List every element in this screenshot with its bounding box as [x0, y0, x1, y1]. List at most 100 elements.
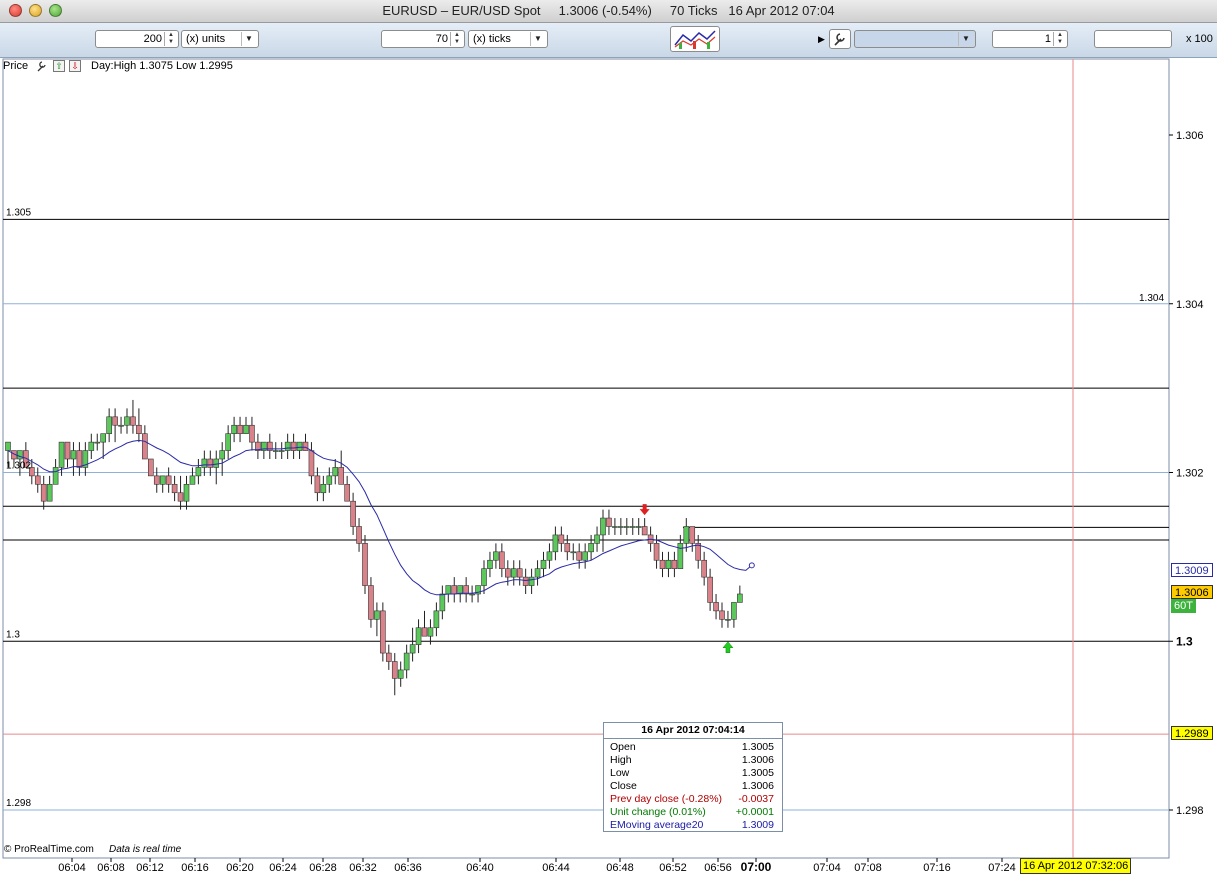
bull-candle: [427, 627, 434, 637]
bull-candle: [612, 526, 618, 528]
wrench-icon: [834, 33, 845, 46]
bear-candle: [653, 543, 660, 561]
bear-candle: [314, 475, 321, 494]
bear-candle: [64, 441, 71, 460]
bull-candle: [296, 441, 303, 451]
x-axis-label: 06:04: [58, 862, 86, 872]
info-rows: Open 1.3005 High 1.3006 Low 1.3005 Close 1.3006…: [604, 739, 782, 832]
bull-candle: [17, 450, 23, 460]
info-row-label: Close: [610, 780, 637, 792]
bull-candle: [58, 441, 65, 468]
bull-candle: [415, 627, 422, 645]
info-row-value: 1.3006: [741, 780, 774, 792]
bull-candle: [397, 669, 404, 679]
bull-candle: [52, 467, 59, 485]
indicator-select[interactable]: ▼: [854, 30, 976, 48]
bear-candle: [421, 627, 428, 637]
bear-candle: [165, 475, 172, 485]
bull-candle: [332, 467, 339, 477]
bull-candle: [225, 433, 231, 451]
bull-candle: [219, 450, 225, 460]
info-row: Open 1.3005: [604, 741, 782, 754]
day-range: Day:High 1.3075 Low 1.2995: [91, 60, 233, 72]
bull-candle: [278, 450, 285, 452]
ticks-spin-icon[interactable]: ▲ ▼: [450, 32, 463, 46]
inline-level-label: 1.304: [1139, 293, 1164, 304]
bull-candle: [272, 450, 279, 452]
bear-candle: [380, 610, 386, 654]
bull-candle: [5, 441, 11, 451]
bear-candle: [522, 576, 529, 586]
info-row-value: -0.0037: [738, 793, 774, 805]
bear-candle: [558, 534, 565, 544]
info-row: Low 1.3005: [604, 767, 782, 780]
extra-field[interactable]: [1094, 30, 1172, 48]
bull-candle: [433, 610, 440, 629]
bull-candle: [320, 484, 327, 494]
ticks-stepper[interactable]: 70 ▲ ▼: [381, 30, 465, 48]
info-row: Prev day close (-0.28%) -0.0037: [604, 793, 782, 806]
y-axis-label: 1.302: [1176, 468, 1204, 480]
units-label: (x) units: [186, 33, 226, 45]
x-axis-label: 06:32: [349, 862, 377, 872]
bear-candle: [142, 433, 148, 460]
bull-candle: [629, 526, 636, 528]
bear-candle: [499, 551, 505, 569]
chart-style-button[interactable]: [670, 26, 720, 52]
realtime-text: Data is real time: [109, 844, 182, 855]
window-titlebar: EURUSD – EUR/USD Spot 1.3006 (-0.54%) 70…: [0, 0, 1217, 23]
bull-candle: [231, 424, 237, 434]
y-axis-label: 1.3: [1176, 634, 1193, 648]
chart-style-icon: [674, 30, 716, 49]
left-level-label: 1.3: [6, 629, 20, 640]
bear-candle: [290, 441, 297, 451]
ticks-select[interactable]: (x) ticks ▼: [468, 30, 548, 48]
bear-candle: [671, 559, 678, 569]
bull-candle: [481, 568, 487, 586]
chevron-down-icon: ▼: [241, 32, 256, 46]
bear-candle: [701, 559, 707, 578]
bull-candle: [528, 576, 535, 586]
bull-candle: [195, 467, 202, 477]
bear-candle: [171, 484, 178, 494]
bear-candle: [451, 585, 458, 595]
scale-stepper[interactable]: 1 ▲ ▼: [992, 30, 1068, 48]
bear-candle: [385, 652, 392, 662]
panel-move-down-icon[interactable]: ⇩: [69, 60, 81, 72]
info-row-value: 1.3005: [741, 741, 774, 753]
x-axis-label: 06:44: [542, 862, 570, 872]
bull-candle: [243, 424, 249, 434]
info-row-label: EMoving average20: [610, 819, 704, 831]
panel-wrench-icon[interactable]: [36, 60, 48, 72]
wrench-button[interactable]: [829, 29, 851, 49]
units-spin-icon[interactable]: ▲ ▼: [164, 32, 177, 46]
bear-candle: [207, 458, 214, 468]
bull-candle: [534, 568, 541, 578]
panel-title: Price: [3, 60, 29, 72]
ema-end-marker: [748, 562, 755, 569]
bull-candle: [725, 619, 731, 621]
bull-candle: [469, 593, 475, 596]
bull-candle: [124, 416, 130, 426]
units-stepper[interactable]: 200 ▲ ▼: [95, 30, 179, 48]
y-axis-label: 1.304: [1176, 299, 1204, 311]
bear-candle: [368, 585, 374, 620]
copyright-text: © ProRealTime.com: [4, 844, 94, 855]
bull-candle: [326, 475, 333, 485]
bull-candle: [540, 559, 547, 569]
units-select[interactable]: (x) units ▼: [181, 30, 259, 48]
bull-candle: [665, 559, 672, 569]
scale-spin-icon[interactable]: ▲ ▼: [1053, 32, 1066, 46]
bear-candle: [362, 543, 368, 586]
panel-expand-icon[interactable]: ▶: [818, 34, 825, 45]
bear-candle: [689, 526, 696, 544]
bull-candle: [618, 526, 624, 528]
bear-candle: [338, 467, 345, 485]
info-row: Close 1.3006: [604, 780, 782, 793]
bear-candle: [356, 526, 362, 544]
ticks-value: 70: [435, 33, 448, 45]
bull-candle: [201, 458, 208, 468]
info-row-value: +0.0001: [735, 806, 774, 818]
panel-move-up-icon[interactable]: ⇧: [53, 60, 65, 72]
bull-candle: [594, 534, 600, 544]
